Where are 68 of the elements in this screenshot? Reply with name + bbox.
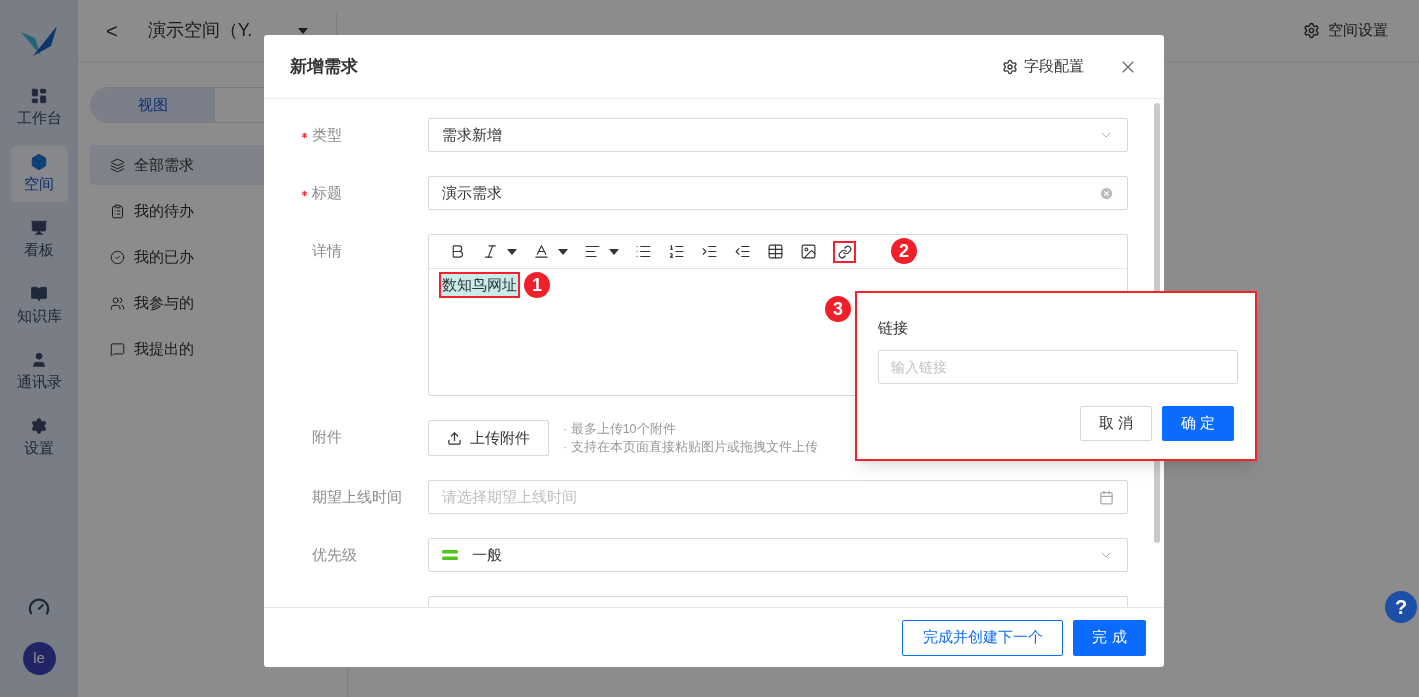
selected-text: 数知鸟网址	[439, 272, 520, 298]
link-icon	[837, 244, 852, 259]
caret-icon	[609, 248, 619, 255]
field-value: 演示需求	[442, 182, 502, 203]
date-placeholder: 请选择期望上线时间	[442, 486, 577, 507]
dialog-title: 新增需求	[290, 55, 358, 78]
dashboard-icon	[30, 86, 48, 105]
image-icon[interactable]	[800, 243, 817, 260]
settings-icon[interactable]	[1303, 22, 1320, 39]
space-title[interactable]: 演示空间（Y.	[147, 17, 298, 44]
link-input[interactable]: 输入链接	[878, 349, 1238, 384]
select-field[interactable]: 需求新增	[428, 118, 1128, 152]
italic-icon[interactable]	[482, 243, 499, 260]
caret-icon	[558, 248, 568, 255]
table-icon[interactable]	[767, 243, 784, 260]
bullet-list-icon[interactable]	[635, 243, 652, 260]
view-item[interactable]: 我参与的	[90, 283, 335, 323]
nav-item[interactable]: 通讯录	[10, 344, 68, 400]
select-value: 需求新增	[442, 124, 502, 145]
nav-item[interactable]: 设置	[10, 410, 68, 466]
settings-icon	[30, 416, 48, 435]
settings-icon[interactable]	[1002, 58, 1018, 75]
popover-label: 链接	[878, 318, 909, 338]
book-icon	[30, 284, 48, 303]
check-circle-icon	[110, 249, 125, 265]
comment-icon	[110, 341, 125, 357]
text-field[interactable]: 演示需求	[428, 176, 1128, 210]
primary-button[interactable]: 完 成	[1073, 619, 1146, 656]
cube-icon	[30, 152, 48, 171]
upload-icon	[447, 430, 462, 446]
field-label: 附件	[312, 426, 342, 447]
layers-icon	[110, 157, 125, 173]
nav-item[interactable]: 看板	[10, 212, 68, 268]
back-button[interactable]: <	[106, 15, 118, 46]
outdent-icon[interactable]	[734, 243, 751, 260]
field-label: 详情	[312, 240, 342, 261]
secondary-button[interactable]: 完成并创建下一个	[902, 619, 1063, 656]
field-config-link[interactable]: 字段配置	[1024, 55, 1084, 78]
field-label: 期望上线时间	[312, 486, 402, 507]
space-settings-link[interactable]: 空间设置	[1328, 19, 1388, 42]
confirm-button[interactable]: 确 定	[1162, 405, 1234, 441]
people-icon	[110, 295, 125, 311]
field-label: 标题	[312, 182, 342, 203]
upload-hint: · 最多上传10个附件	[563, 421, 677, 438]
calendar-icon	[1099, 489, 1114, 505]
nav-item[interactable]: 空间	[10, 146, 68, 202]
cancel-button[interactable]: 取 消	[1080, 405, 1152, 441]
user-avatar[interactable]: le	[22, 642, 56, 675]
view-item[interactable]: 我提出的	[90, 329, 335, 369]
caret-icon	[507, 248, 517, 255]
priority-value: 一般	[472, 544, 502, 565]
nav-item[interactable]: 工作台	[10, 80, 68, 136]
clipboard-icon	[110, 203, 125, 219]
field-label: 类型	[312, 124, 342, 145]
text-color-icon[interactable]	[533, 243, 550, 260]
nav-item[interactable]: 知识库	[10, 278, 68, 334]
person-icon	[30, 350, 48, 369]
numbered-list-icon[interactable]	[668, 243, 685, 260]
view-tab[interactable]: 视图	[91, 88, 215, 122]
priority-select[interactable]: 一般	[428, 538, 1128, 572]
upload-hint: · 支持在本页面直接粘贴图片或拖拽文件上传	[563, 439, 818, 456]
link-button[interactable]	[833, 240, 856, 263]
upload-button[interactable]: 上传附件	[428, 420, 549, 456]
indent-icon[interactable]	[701, 243, 718, 260]
field-label: 优先级	[312, 544, 357, 565]
chart-board-icon	[30, 218, 48, 237]
align-left-icon[interactable]	[584, 243, 601, 260]
logo-icon	[21, 26, 57, 58]
